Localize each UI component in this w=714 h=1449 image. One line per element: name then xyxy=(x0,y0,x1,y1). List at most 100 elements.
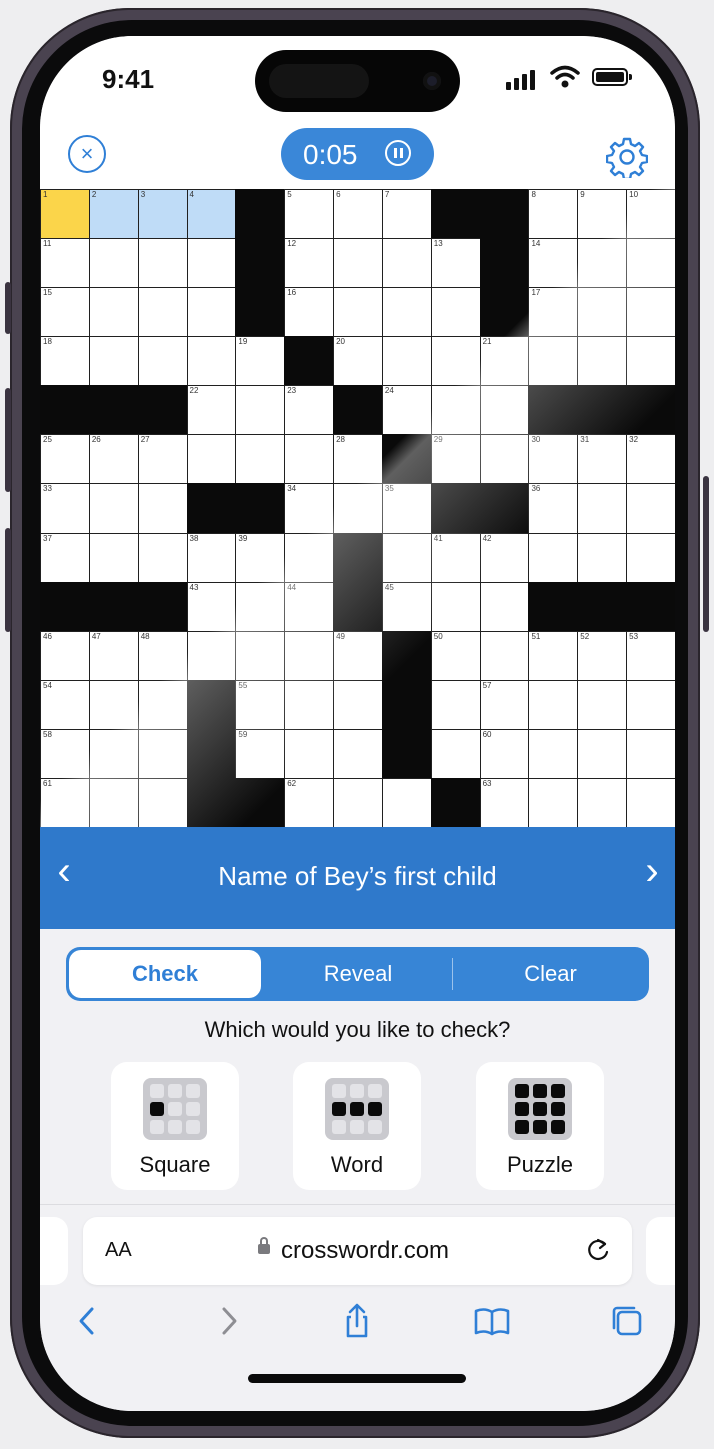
grid-cell[interactable] xyxy=(381,532,432,583)
grid-cell[interactable] xyxy=(430,679,481,730)
grid-cell[interactable] xyxy=(186,336,237,387)
grid-cell[interactable] xyxy=(88,287,139,338)
grid-cell[interactable] xyxy=(88,728,139,779)
grid-cell[interactable] xyxy=(333,679,383,730)
text-size-button[interactable]: AA xyxy=(105,1239,132,1262)
grid-cell[interactable]: 10 xyxy=(626,189,675,240)
check-square-button[interactable]: Square xyxy=(111,1062,239,1190)
grid-cell[interactable] xyxy=(186,238,237,289)
grid-cell[interactable]: 54 xyxy=(40,679,90,730)
grid-cell[interactable]: 14 xyxy=(528,238,579,289)
grid-cell[interactable]: 35 xyxy=(381,483,432,534)
grid-cell[interactable]: 2 xyxy=(88,189,139,240)
grid-cell[interactable] xyxy=(626,679,675,730)
grid-cell[interactable] xyxy=(577,238,628,289)
grid-cell[interactable] xyxy=(528,532,579,583)
address-bar[interactable]: AA crosswordr.com xyxy=(83,1217,632,1285)
grid-cell[interactable]: 4 xyxy=(186,189,237,240)
grid-cell[interactable] xyxy=(137,238,188,289)
grid-cell[interactable] xyxy=(479,385,530,436)
grid-cell[interactable]: 47 xyxy=(88,630,139,681)
grid-cell[interactable] xyxy=(626,728,675,779)
grid-cell[interactable] xyxy=(528,777,579,828)
grid-cell[interactable]: 18 xyxy=(40,336,90,387)
next-tab-preview[interactable] xyxy=(646,1217,675,1285)
grid-cell[interactable]: 3 xyxy=(137,189,188,240)
crossword-grid[interactable]: 1 2 3 4 5 6 7 8 9 10 11 12 13 14 15 16 17 18 19 20 21 22 23 24 2… xyxy=(40,189,675,828)
close-button[interactable]: × xyxy=(68,135,106,173)
grid-cell[interactable] xyxy=(528,728,579,779)
grid-cell[interactable]: 32 xyxy=(626,434,675,485)
grid-cell[interactable] xyxy=(88,238,139,289)
grid-cell[interactable]: 58 xyxy=(40,728,90,779)
grid-cell[interactable] xyxy=(235,581,286,632)
grid-cell[interactable] xyxy=(479,630,530,681)
grid-cell[interactable] xyxy=(137,336,188,387)
grid-cell[interactable]: 63 xyxy=(479,777,530,828)
grid-cell[interactable] xyxy=(430,287,481,338)
grid-cell[interactable]: 23 xyxy=(284,385,335,436)
grid-cell[interactable]: 5 xyxy=(284,189,335,240)
tab-check[interactable]: Check xyxy=(69,950,261,998)
grid-cell[interactable]: 7 xyxy=(381,189,432,240)
grid-cell[interactable]: 42 xyxy=(479,532,530,583)
grid-cell[interactable] xyxy=(186,630,237,681)
grid-cell[interactable] xyxy=(88,679,139,730)
grid-cell[interactable] xyxy=(88,336,139,387)
grid-cell[interactable]: 51 xyxy=(528,630,579,681)
grid-cell[interactable] xyxy=(333,238,383,289)
grid-cell[interactable]: 34 xyxy=(284,483,335,534)
grid-cell[interactable] xyxy=(577,287,628,338)
grid-cell[interactable] xyxy=(284,630,335,681)
grid-cell[interactable] xyxy=(381,238,432,289)
grid-cell[interactable] xyxy=(577,336,628,387)
grid-cell[interactable] xyxy=(577,483,628,534)
grid-cell[interactable] xyxy=(284,532,335,583)
previous-tab-preview[interactable] xyxy=(40,1217,68,1285)
grid-cell[interactable]: 20 xyxy=(333,336,383,387)
grid-cell[interactable] xyxy=(577,728,628,779)
share-icon[interactable] xyxy=(337,1301,377,1341)
grid-cell[interactable] xyxy=(186,287,237,338)
home-indicator[interactable] xyxy=(248,1374,466,1383)
grid-cell[interactable] xyxy=(381,777,432,828)
grid-cell[interactable]: 33 xyxy=(40,483,90,534)
grid-cell[interactable] xyxy=(333,728,383,779)
reload-icon[interactable] xyxy=(583,1235,613,1265)
grid-cell[interactable]: 57 xyxy=(479,679,530,730)
grid-cell[interactable] xyxy=(577,532,628,583)
grid-cell[interactable] xyxy=(235,385,286,436)
grid-cell[interactable]: 43 xyxy=(186,581,237,632)
grid-cell[interactable]: 13 xyxy=(430,238,481,289)
grid-cell[interactable]: 62 xyxy=(284,777,335,828)
grid-cell[interactable]: 48 xyxy=(137,630,188,681)
grid-cell[interactable]: 41 xyxy=(430,532,481,583)
grid-cell[interactable] xyxy=(284,679,335,730)
grid-cell[interactable] xyxy=(430,336,481,387)
grid-cell[interactable] xyxy=(333,483,383,534)
url-text[interactable]: crosswordr.com xyxy=(281,1237,449,1265)
current-clue[interactable]: Name of Bey’s first child xyxy=(40,861,675,892)
grid-cell[interactable]: 59 xyxy=(235,728,286,779)
grid-cell[interactable]: 45 xyxy=(381,581,432,632)
grid-cell[interactable] xyxy=(479,434,530,485)
grid-cell[interactable] xyxy=(381,287,432,338)
grid-cell[interactable]: 24 xyxy=(381,385,432,436)
grid-cell[interactable] xyxy=(626,238,675,289)
grid-cell[interactable] xyxy=(430,385,481,436)
grid-cell[interactable]: 16 xyxy=(284,287,335,338)
grid-cell[interactable] xyxy=(479,581,530,632)
grid-cell[interactable]: 15 xyxy=(40,287,90,338)
grid-cell[interactable]: 17 xyxy=(528,287,579,338)
grid-cell[interactable] xyxy=(626,777,675,828)
grid-cell[interactable] xyxy=(626,532,675,583)
grid-cell[interactable]: 46 xyxy=(40,630,90,681)
grid-cell[interactable]: 53 xyxy=(626,630,675,681)
grid-cell[interactable] xyxy=(137,679,188,730)
grid-cell[interactable] xyxy=(381,336,432,387)
grid-cell[interactable]: 9 xyxy=(577,189,628,240)
check-puzzle-button[interactable]: Puzzle xyxy=(476,1062,604,1190)
grid-cell[interactable] xyxy=(137,532,188,583)
grid-cell[interactable]: 31 xyxy=(577,434,628,485)
grid-cell[interactable]: 30 xyxy=(528,434,579,485)
